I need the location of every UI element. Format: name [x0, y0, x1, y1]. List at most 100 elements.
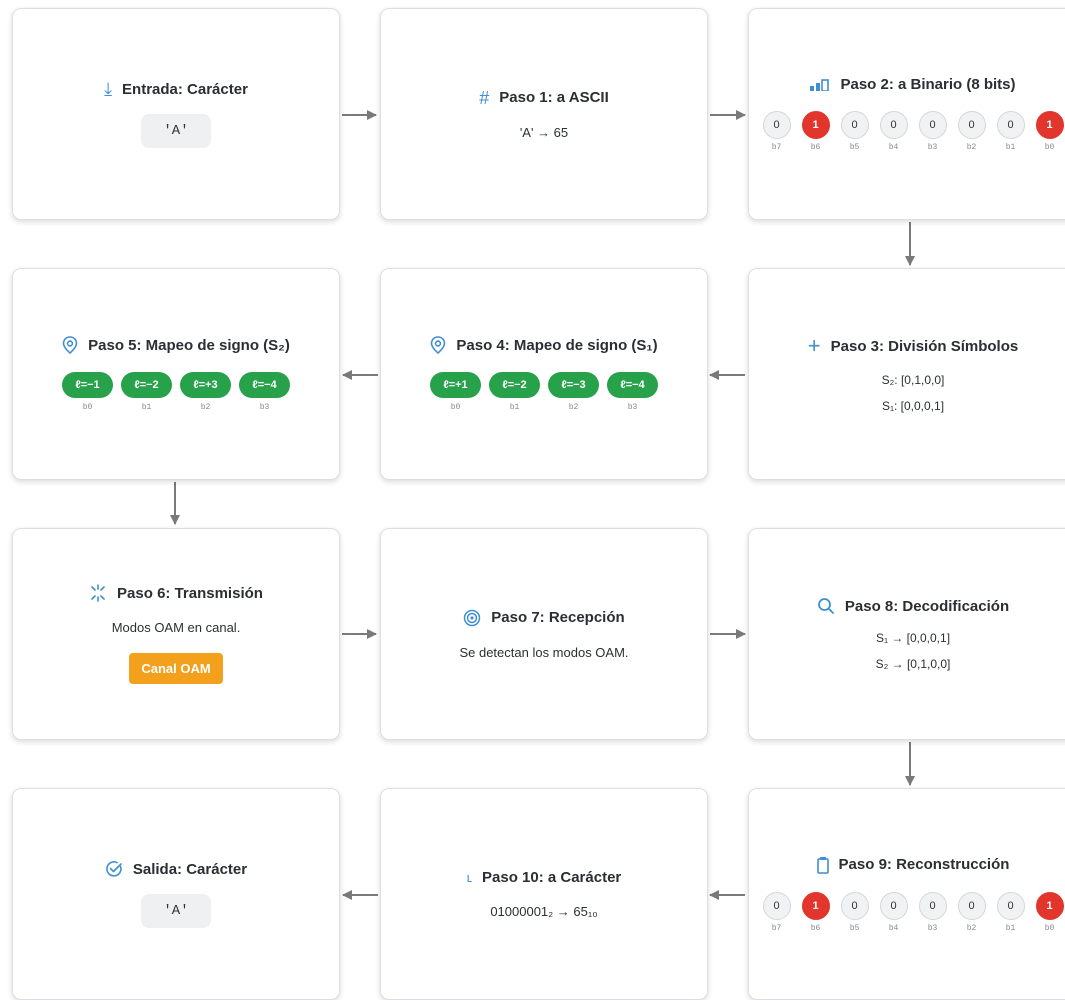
bit-value: 0: [879, 891, 908, 920]
mode-pill: ℓ=+1 b0: [430, 372, 481, 412]
mode-pill: ℓ=−1 b0: [62, 372, 113, 412]
bit-value: 0: [762, 111, 791, 139]
mode-bit: b1: [509, 403, 520, 412]
target-icon: [463, 609, 481, 627]
mode-pill: ℓ=−4 b3: [607, 372, 658, 412]
bit-value: 0: [762, 891, 791, 920]
mode-label: ℓ=+3: [180, 372, 231, 398]
card-paso5: Paso 5: Mapeo de signo (S₂) ℓ=−1 b0 ℓ=−2 b…: [12, 268, 340, 480]
bit-label: b3: [927, 923, 938, 933]
mode-pill: ℓ=−2 b1: [121, 372, 172, 412]
paso6-title: Paso 6: Transmisión: [117, 584, 263, 602]
bit-value: 0: [957, 111, 986, 139]
card-paso6: Paso 6: Transmisión Modos OAM en canal. …: [12, 528, 340, 740]
bit-label: b1: [1005, 143, 1016, 152]
bit-b3: 0 b3: [918, 111, 947, 152]
bit-value: 0: [918, 111, 947, 139]
bit-value: 0: [996, 891, 1025, 920]
bit-b1: 0 b1: [996, 891, 1025, 933]
bit-b5: 0 b5: [840, 111, 869, 152]
bit-b1: 0 b1: [996, 111, 1025, 152]
bit-label: b1: [1005, 923, 1016, 933]
check-circle-icon: [105, 860, 123, 878]
map-pin-icon: [62, 336, 78, 354]
canal-oam-button[interactable]: Canal OAM: [129, 653, 223, 684]
bit-label: b2: [966, 143, 977, 152]
bit-value: 0: [918, 891, 947, 920]
bit-value: 1: [1035, 891, 1064, 920]
bit-value: 0: [840, 111, 869, 139]
card-paso2: Paso 2: a Binario (8 bits) 0 b7 1 b6 0 b5 0…: [748, 8, 1065, 220]
mode-label: ℓ=−4: [607, 372, 658, 398]
symbol-s2: S₂: [0,1,0,0]: [881, 373, 945, 387]
mode-bit: b2: [200, 403, 211, 412]
paso6-text: Modos OAM en canal.: [111, 620, 241, 635]
mode-label: ℓ=−4: [239, 372, 290, 398]
mode-pill: ℓ=−3 b2: [548, 372, 599, 412]
bit-b0: 1 b0: [1035, 111, 1064, 152]
bit-b0: 1 b0: [1035, 891, 1064, 933]
bit-label: b5: [849, 143, 860, 152]
mode-label: ℓ=−3: [548, 372, 599, 398]
card-paso7: Paso 7: Recepción Se detectan los modos …: [380, 528, 708, 740]
bit-value: 1: [801, 111, 830, 139]
hash-icon: #: [479, 87, 490, 108]
salida-char: 'A': [141, 894, 211, 928]
bit-label: b5: [849, 923, 860, 933]
corner-down-icon: ʟ: [466, 870, 472, 885]
bit-value: 0: [840, 891, 869, 920]
bit-value: 1: [801, 891, 830, 920]
paso1-title: Paso 1: a ASCII: [499, 89, 609, 106]
bit-label: b0: [1044, 143, 1055, 152]
paso7-text: Se detectan los modos OAM.: [459, 644, 629, 660]
search-icon: [817, 597, 835, 615]
bit-label: b3: [927, 143, 938, 152]
decoded-s1: S₁ → [0,0,0,1]: [875, 631, 951, 645]
bit-value: 1: [1035, 111, 1064, 139]
card-paso8: Paso 8: Decodificación S₁ → [0,0,0,1] S₂…: [748, 528, 1065, 740]
card-paso4: Paso 4: Mapeo de signo (S₁) ℓ=+1 b0 ℓ=−2 b…: [380, 268, 708, 480]
bit-b2: 0 b2: [957, 891, 986, 933]
card-paso3: + Paso 3: División Símbolos S₂: [0,1,0,0…: [748, 268, 1065, 480]
bit-b6: 1 b6: [801, 111, 830, 152]
mode-pill: ℓ=−4 b3: [239, 372, 290, 412]
entrada-title: Entrada: Carácter: [122, 80, 248, 98]
mode-bit: b2: [568, 403, 579, 412]
bit-b5: 0 b5: [840, 891, 869, 933]
symbol-s1: S₁: [0,0,0,1]: [881, 399, 945, 413]
salida-title: Salida: Carácter: [132, 860, 248, 878]
mode-bit: b3: [259, 403, 270, 412]
card-entrada: ⤓ Entrada: Carácter 'A': [12, 8, 340, 220]
mode-label: ℓ=−2: [489, 372, 540, 398]
bit-label: b4: [888, 143, 899, 152]
broadcast-icon: [89, 584, 107, 602]
card-paso10: ʟ Paso 10: a Carácter 01000001₂ → 65₁₀: [380, 788, 708, 1000]
paso10-text: 01000001₂ → 65₁₀: [490, 904, 598, 919]
bit-value: 0: [996, 111, 1025, 139]
bit-b3: 0 b3: [918, 891, 947, 933]
mode-label: ℓ=+1: [430, 372, 481, 398]
download-icon: ⤓: [104, 79, 113, 99]
bit-b7: 0 b7: [762, 891, 791, 933]
bit-b7: 0 b7: [762, 111, 791, 152]
paso9-bits: 0 b7 1 b6 0 b5 0 b4 0 b3 0 b2 0 b1 1 b0: [762, 891, 1064, 933]
card-paso9: Paso 9: Reconstrucción 0 b7 1 b6 0 b5 0 b4 0…: [748, 788, 1065, 1000]
bit-label: b2: [966, 923, 977, 933]
paso5-pills: ℓ=−1 b0 ℓ=−2 b1 ℓ=+3 b2 ℓ=−4 b3: [62, 372, 290, 412]
paso2-title: Paso 2: a Binario (8 bits): [840, 76, 1016, 93]
map-pin-icon: [430, 336, 446, 354]
bit-b2: 0 b2: [957, 111, 986, 152]
paso10-title: Paso 10: a Carácter: [482, 869, 622, 886]
bit-label: b4: [888, 923, 899, 933]
clipboard-icon: [816, 856, 829, 874]
mode-bit: b0: [82, 403, 93, 412]
mode-label: ℓ=−1: [62, 372, 113, 398]
bit-label: b6: [810, 143, 821, 152]
mode-pill: ℓ=−2 b1: [489, 372, 540, 412]
mode-pill: ℓ=+3 b2: [180, 372, 231, 412]
mode-label: ℓ=−2: [121, 372, 172, 398]
paso4-pills: ℓ=+1 b0 ℓ=−2 b1 ℓ=−3 b2 ℓ=−4 b3: [430, 372, 658, 412]
paso3-title: Paso 3: División Símbolos: [830, 337, 1019, 355]
paso8-title: Paso 8: Decodificación: [844, 597, 1010, 615]
mode-bit: b0: [450, 403, 461, 412]
